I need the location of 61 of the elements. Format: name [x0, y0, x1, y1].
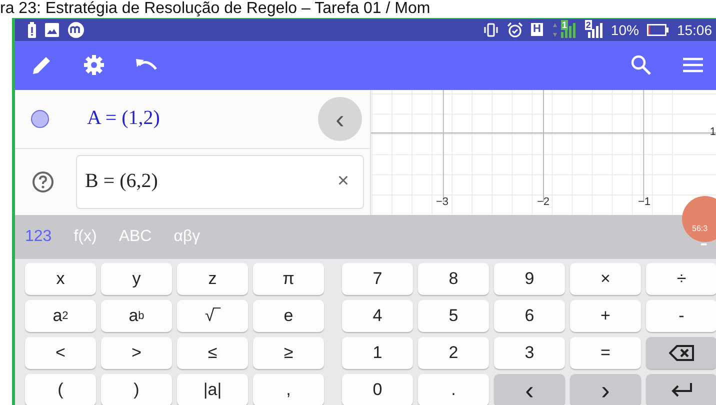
battery-percent: 10%: [610, 22, 639, 38]
help-icon[interactable]: [32, 170, 54, 193]
keyboard-key[interactable]: √‾: [177, 300, 248, 332]
collapse-button[interactable]: ‹: [318, 96, 362, 141]
axis-label: −1: [638, 196, 651, 208]
vibrate-icon: [482, 22, 499, 37]
keyboard-key[interactable]: ‹: [494, 374, 565, 405]
keyboard-key[interactable]: ,: [253, 374, 324, 405]
keyboard-key[interactable]: <: [25, 337, 96, 369]
backspace-key[interactable]: [646, 337, 716, 369]
keyboard-key[interactable]: .: [418, 374, 489, 405]
keyboard-key[interactable]: 2: [418, 337, 489, 369]
enter-icon: [670, 382, 694, 398]
signal-icon: [550, 22, 577, 38]
keyboard-key[interactable]: ›: [570, 374, 641, 405]
keyboard-key[interactable]: 3: [494, 337, 565, 369]
visibility-dot[interactable]: [31, 110, 49, 128]
alarm-icon: [506, 22, 523, 38]
input-field[interactable]: B = (6,2) ×: [76, 154, 364, 209]
keyboard-key[interactable]: ÷: [646, 263, 716, 295]
keyboard-key[interactable]: 7: [342, 263, 413, 295]
settings-icon[interactable]: [83, 54, 105, 76]
battery-alert-icon: [27, 22, 37, 38]
axis-label: 1: [710, 126, 716, 138]
battery-icon: [646, 24, 669, 36]
pencil-icon[interactable]: [31, 54, 53, 76]
keyboard-key[interactable]: π: [253, 263, 324, 295]
keyboard-key[interactable]: 5: [418, 300, 489, 332]
network-type-badge: H: [530, 23, 543, 36]
keyboard-key[interactable]: ): [101, 374, 172, 405]
keyboard-key[interactable]: =: [570, 337, 641, 369]
keyboard-key[interactable]: e: [253, 300, 324, 332]
axis-label: −2: [537, 196, 550, 208]
keyboard-key[interactable]: (: [25, 374, 96, 405]
search-icon[interactable]: [630, 54, 652, 76]
menu-icon[interactable]: [682, 56, 704, 74]
keyboard-key[interactable]: +: [570, 300, 641, 332]
algebra-expression[interactable]: A = (1,2): [87, 107, 318, 130]
keyboard-key[interactable]: -: [646, 300, 716, 332]
keyboard-key[interactable]: y: [101, 263, 172, 295]
keyboard-key[interactable]: ×: [570, 263, 641, 295]
axis-label: −3: [436, 196, 449, 208]
keyboard-key[interactable]: z: [177, 263, 248, 295]
keyboard-key[interactable]: ≥: [253, 337, 324, 369]
sim-label: 2: [584, 20, 592, 30]
keyboard-key[interactable]: 0: [342, 374, 413, 405]
keyboard-key[interactable]: |a|: [177, 374, 248, 405]
backspace-icon: [668, 344, 694, 362]
video-caption: ra 23: Estratégia de Resolução de Regelo – Tarefa 01 / Mom: [0, 0, 432, 18]
keyboard-key[interactable]: x: [25, 263, 96, 295]
enter-key[interactable]: [646, 374, 716, 405]
keyboard-key[interactable]: 9: [494, 263, 565, 295]
sim-label: 1: [560, 20, 568, 30]
keyboard-key[interactable]: ≤: [177, 337, 248, 369]
clock-time: 15:06: [676, 22, 712, 38]
keyboard-key[interactable]: >: [101, 337, 172, 369]
keyboard-key[interactable]: 8: [418, 263, 489, 295]
keyboard-key[interactable]: 6: [494, 300, 565, 332]
keyboard-key[interactable]: 4: [342, 300, 413, 332]
keyboard-key[interactable]: 1: [342, 337, 413, 369]
image-icon: [45, 22, 59, 37]
